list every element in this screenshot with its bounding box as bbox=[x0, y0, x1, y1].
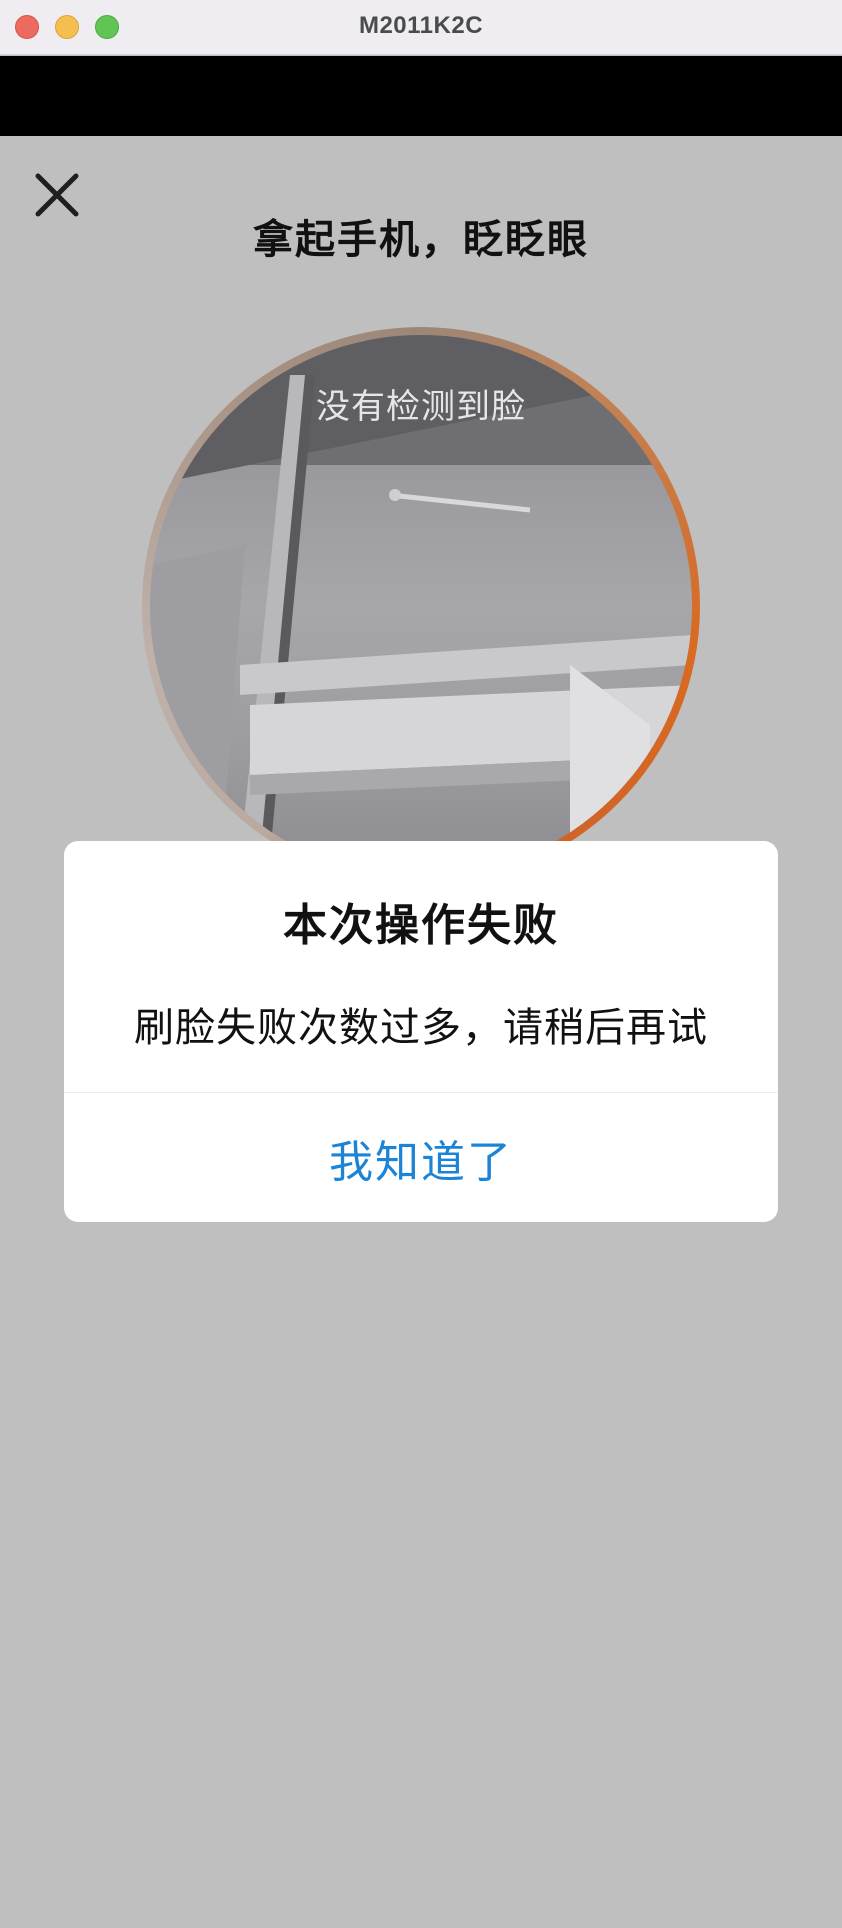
acknowledge-button[interactable]: 我知道了 bbox=[64, 1093, 778, 1222]
instruction-text: 拿起手机，眨眨眼 bbox=[253, 217, 589, 263]
title-bar: M2011K2C bbox=[0, 0, 842, 55]
window-title: M2011K2C bbox=[358, 12, 484, 39]
camera-progress-ring: 没有检测到脸 bbox=[142, 327, 700, 885]
dialog-message: 刷脸失败次数过多，请稍后再试 bbox=[134, 1005, 708, 1051]
camera-preview: 没有检测到脸 bbox=[150, 335, 692, 877]
error-dialog: 本次操作失败 刷脸失败次数过多，请稍后再试 我知道了 bbox=[64, 841, 778, 1222]
status-bar bbox=[0, 56, 842, 136]
camera-hint-text: 没有检测到脸 bbox=[316, 387, 526, 427]
app-window: M2011K2C 拿起手机，眨眨眼 没有检测到脸 本次操作失败 刷脸失败次数过多… bbox=[0, 0, 842, 1928]
dialog-title: 本次操作失败 bbox=[283, 900, 559, 951]
